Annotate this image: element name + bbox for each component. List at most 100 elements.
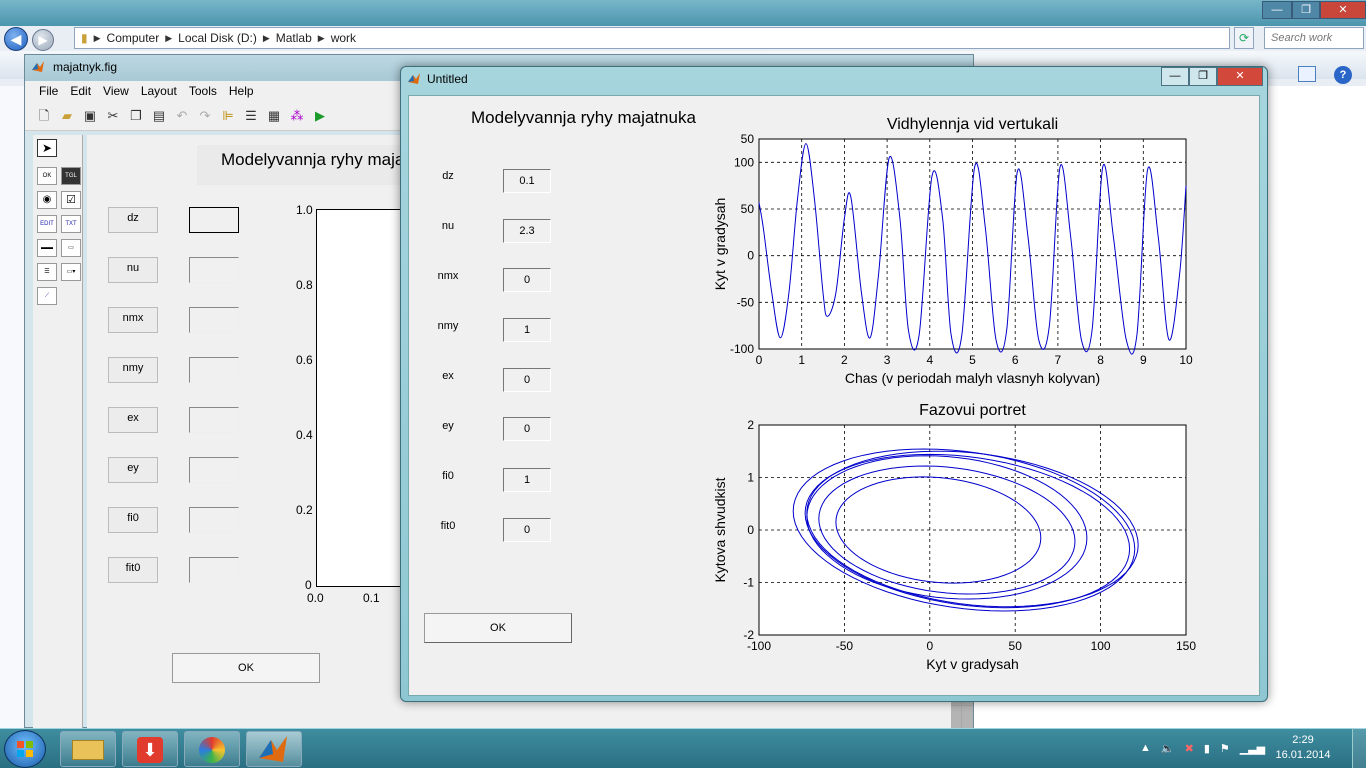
param-edit-nmy[interactable]: 1 — [503, 318, 551, 342]
menu-file[interactable]: File — [33, 81, 64, 101]
maximize-button[interactable]: ❐ — [1292, 1, 1320, 19]
clock-date: 16.01.2014 — [1275, 749, 1331, 761]
guide-ok-button[interactable]: OK — [172, 653, 320, 683]
guide-edit-fit0[interactable] — [189, 557, 239, 583]
taskbar-download-icon[interactable]: ⬇ — [122, 731, 178, 767]
y-tick-label: -100 — [730, 342, 754, 356]
guide-label-nu[interactable]: nu — [108, 257, 158, 283]
breadcrumb-item[interactable]: work — [331, 31, 356, 45]
guide-edit-ey[interactable] — [189, 457, 239, 483]
taskbar-explorer-icon[interactable] — [60, 731, 116, 767]
flag-icon[interactable]: ⚑ — [1220, 742, 1230, 755]
matlab-logo-icon — [407, 72, 421, 86]
close-button[interactable]: ✕ — [1217, 67, 1263, 86]
x-tick-label: -50 — [836, 639, 854, 653]
breadcrumb-item[interactable]: Local Disk (D:) — [178, 31, 257, 45]
breadcrumb-item[interactable]: Matlab — [276, 31, 312, 45]
save-icon[interactable]: ▣ — [81, 107, 99, 125]
minimize-button[interactable]: — — [1262, 1, 1292, 19]
select-arrow-icon[interactable]: ➤ — [37, 139, 57, 157]
back-arrow-icon[interactable]: ◀ — [4, 27, 28, 51]
guide-edit-ex[interactable] — [189, 407, 239, 433]
guide-label-fit0[interactable]: fit0 — [108, 557, 158, 583]
toggle-button-icon[interactable]: TGL — [61, 167, 81, 185]
preview-pane-icon[interactable] — [1298, 66, 1316, 82]
copy-icon[interactable]: ❐ — [127, 107, 145, 125]
breadcrumb-item[interactable]: Computer — [107, 31, 160, 45]
explorer-titlebar — [0, 0, 1366, 26]
clock[interactable]: 2:29 16.01.2014 — [1268, 733, 1338, 763]
pushbutton-icon[interactable]: OK — [37, 167, 57, 185]
slider-icon[interactable]: ▬▬ — [37, 239, 57, 257]
property-inspector-icon[interactable]: ▦ — [265, 107, 283, 125]
param-edit-dz[interactable]: 0.1 — [503, 169, 551, 193]
param-edit-ey[interactable]: 0 — [503, 417, 551, 441]
popup-menu-icon[interactable]: ▭▾ — [61, 263, 81, 281]
paste-icon[interactable]: ▤ — [150, 107, 168, 125]
menu-view[interactable]: View — [97, 81, 135, 101]
guide-label-ey[interactable]: ey — [108, 457, 158, 483]
frame-icon[interactable]: ▭ — [61, 239, 81, 257]
address-bar[interactable]: ▮ ▶ Computer ▶ Local Disk (D:) ▶ Matlab … — [74, 27, 1230, 49]
guide-label-dz[interactable]: dz — [108, 207, 158, 233]
guide-label-fi0[interactable]: fi0 — [108, 507, 158, 533]
matlab-logo-icon — [31, 60, 45, 74]
speaker-icon[interactable]: 🔈 — [1161, 742, 1175, 755]
object-browser-icon[interactable]: ⁂ — [288, 107, 306, 125]
taskbar-app-icon[interactable] — [184, 731, 240, 767]
show-hidden-icons-icon[interactable]: ▲ — [1140, 742, 1151, 754]
param-edit-nu[interactable]: 2.3 — [503, 219, 551, 243]
signal-icon[interactable]: ▁▃▅ — [1240, 742, 1265, 755]
menu-editor-icon[interactable]: ☰ — [242, 107, 260, 125]
guide-edit-nu[interactable] — [189, 257, 239, 283]
guide-edit-fi0[interactable] — [189, 507, 239, 533]
axes-icon[interactable]: ⟋ — [37, 287, 57, 305]
ok-button[interactable]: OK — [424, 613, 572, 643]
maximize-button[interactable]: ❐ — [1189, 67, 1217, 86]
edit-text-icon[interactable]: EDIT — [37, 215, 57, 233]
open-folder-icon[interactable]: ▰ — [58, 107, 76, 125]
undo-icon[interactable]: ↶ — [173, 107, 191, 125]
phase-portrait-chart: -100 -50 0 50 100 150210-1-2Fazovui portretKy… — [712, 402, 1196, 672]
static-text-icon[interactable]: TXT — [61, 215, 81, 233]
radio-button-icon[interactable]: ◉ — [37, 191, 57, 209]
minimize-button[interactable]: — — [1161, 67, 1189, 86]
guide-label-nmy[interactable]: nmy — [108, 357, 158, 383]
listbox-icon[interactable]: ☰ — [37, 263, 57, 281]
taskbar-matlab-icon[interactable] — [246, 731, 302, 767]
show-desktop-button[interactable] — [1352, 728, 1366, 768]
redo-icon[interactable]: ↷ — [196, 107, 214, 125]
y-tick-label: 0 — [747, 249, 754, 263]
cut-icon[interactable]: ✂ — [104, 107, 122, 125]
menu-edit[interactable]: Edit — [64, 81, 97, 101]
start-button[interactable] — [4, 730, 46, 768]
menu-tools[interactable]: Tools — [183, 81, 223, 101]
help-icon[interactable]: ? — [1334, 66, 1352, 84]
y-tick-label: 2 — [747, 418, 754, 432]
guide-edit-nmy[interactable] — [189, 357, 239, 383]
close-button[interactable]: ✕ — [1320, 1, 1366, 19]
param-edit-fit0[interactable]: 0 — [503, 518, 551, 542]
guide-label-nmx[interactable]: nmx — [108, 307, 158, 333]
network-icon[interactable]: ✖ — [1185, 742, 1194, 755]
align-icon[interactable]: ⊫ — [219, 107, 237, 125]
menu-help[interactable]: Help — [223, 81, 260, 101]
param-label-nmx: nmx — [437, 270, 459, 282]
guide-axes[interactable] — [316, 209, 412, 587]
y-tick-label: -1 — [743, 576, 754, 590]
param-edit-fi0[interactable]: 1 — [503, 468, 551, 492]
checkbox-icon[interactable]: ☑ — [61, 191, 81, 209]
new-file-icon[interactable]: 🗋 — [35, 107, 53, 125]
guide-label-ex[interactable]: ex — [108, 407, 158, 433]
guide-edit-nmx[interactable] — [189, 307, 239, 333]
refresh-icon[interactable]: ⟳ — [1234, 27, 1254, 49]
forward-arrow-icon[interactable]: ▶ — [32, 29, 54, 51]
param-edit-ex[interactable]: 0 — [503, 368, 551, 392]
x-axis-label: Chas (v periodah malyh vlasnyh kolyvan) — [845, 370, 1100, 386]
guide-edit-dz[interactable] — [189, 207, 239, 233]
run-icon[interactable]: ▶ — [311, 107, 329, 125]
usb-icon[interactable]: ▮ — [1204, 742, 1210, 755]
menu-layout[interactable]: Layout — [135, 81, 183, 101]
search-input[interactable]: Search work — [1264, 27, 1364, 49]
param-edit-nmx[interactable]: 0 — [503, 268, 551, 292]
